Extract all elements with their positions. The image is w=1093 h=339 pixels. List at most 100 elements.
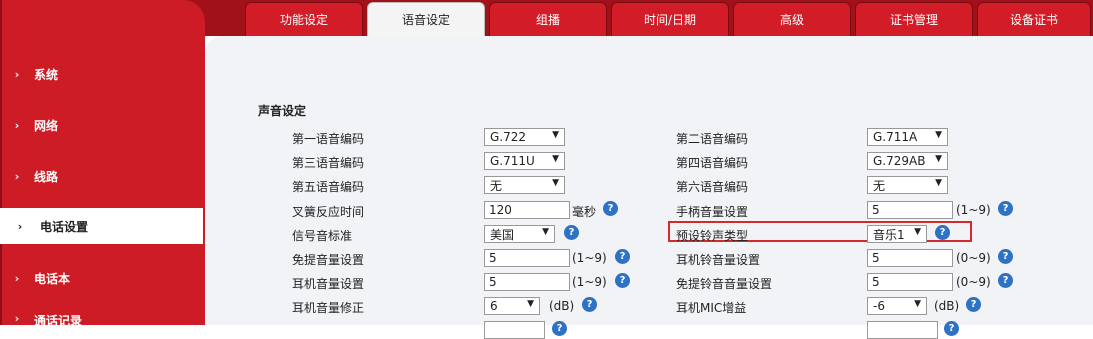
tab-voice-settings[interactable]: 语音设定	[367, 2, 485, 36]
codec6-select[interactable]: 无 ▼	[867, 176, 948, 194]
dropdown-arrow-icon: ▼	[914, 227, 921, 237]
dropdown-arrow-icon: ▼	[935, 130, 942, 140]
unit-label: (dB)	[934, 299, 960, 313]
select-value: 无	[490, 178, 503, 193]
unit-label: (0~9)	[956, 275, 991, 289]
field-label: 手柄音量设置	[676, 205, 749, 219]
partial-select[interactable]	[867, 321, 938, 339]
sidebar-item-label: 电话设置	[40, 219, 89, 234]
unit-label: 毫秒	[572, 205, 597, 219]
select-value: -6	[873, 299, 885, 313]
codec3-select[interactable]: G.711U ▼	[484, 152, 565, 170]
field-label: 耳机音量设置	[292, 277, 365, 291]
select-value: 无	[873, 178, 886, 193]
headset-ring-volume-input[interactable]: 5	[867, 249, 953, 267]
select-value: G.729AB	[873, 154, 926, 168]
sidebar-item-system[interactable]: › 系统	[0, 56, 205, 92]
headset-mic-gain-select[interactable]: -6 ▼	[867, 297, 927, 315]
sidebar-item-label: 系统	[34, 67, 59, 82]
chevron-right-icon: ›	[14, 118, 20, 132]
select-value: G.722	[490, 130, 527, 144]
dropdown-arrow-icon: ▼	[552, 178, 559, 188]
chevron-right-icon: ›	[14, 312, 20, 325]
field-label: 预设铃声类型	[676, 229, 749, 243]
codec2-select[interactable]: G.711A ▼	[867, 128, 948, 146]
unit-label: (0~9)	[956, 251, 991, 265]
sidebar-item-phonebook[interactable]: › 电话本	[0, 260, 205, 296]
select-value: 音乐1	[873, 227, 905, 242]
chevron-right-icon: ›	[14, 271, 20, 285]
tab-time-date[interactable]: 时间/日期	[611, 2, 729, 36]
help-icon[interactable]: ?	[998, 201, 1013, 216]
sidebar-item-label: 电话本	[34, 271, 71, 286]
sidebar-item-call-log[interactable]: › 通话记录	[0, 312, 205, 325]
unit-label: (1~9)	[572, 251, 607, 265]
sidebar-item-label: 通话记录	[34, 314, 83, 325]
tone-standard-select[interactable]: 美国 ▼	[484, 225, 555, 243]
dropdown-arrow-icon: ▼	[552, 154, 559, 164]
tab-device-certificate[interactable]: 设备证书	[977, 2, 1091, 36]
field-label: 第五语音编码	[292, 180, 365, 194]
help-icon[interactable]: ?	[603, 201, 618, 216]
headset-volume-input[interactable]: 5	[484, 273, 570, 291]
tab-multicast[interactable]: 组播	[489, 2, 607, 36]
field-label: 第二语音编码	[676, 132, 749, 146]
dropdown-arrow-icon: ▼	[914, 299, 921, 309]
section-title: 声音设定	[258, 104, 307, 118]
codec4-select[interactable]: G.729AB ▼	[867, 152, 948, 170]
handsfree-volume-input[interactable]: 5	[484, 249, 570, 267]
sidebar-item-label: 线路	[34, 169, 59, 184]
field-label: 免提铃音音量设置	[676, 277, 773, 291]
chevron-right-icon: ›	[14, 67, 20, 81]
help-icon[interactable]: ?	[564, 225, 579, 240]
handset-volume-input[interactable]: 5	[867, 201, 953, 219]
field-label: 第三语音编码	[292, 156, 365, 170]
field-label: 耳机铃音量设置	[676, 253, 761, 267]
codec5-select[interactable]: 无 ▼	[484, 176, 565, 194]
hook-response-time-input[interactable]: 120	[484, 201, 570, 219]
sidebar-item-network[interactable]: › 网络	[0, 107, 205, 143]
help-icon[interactable]: ?	[615, 273, 630, 288]
unit-label: (1~9)	[956, 203, 991, 217]
select-value: G.711U	[490, 154, 535, 168]
help-icon[interactable]: ?	[998, 273, 1013, 288]
partial-select[interactable]	[484, 321, 545, 339]
select-value: 美国	[490, 227, 515, 242]
help-icon[interactable]: ?	[998, 249, 1013, 264]
chevron-right-icon: ›	[17, 219, 23, 233]
dropdown-arrow-icon: ▼	[527, 299, 534, 309]
help-icon[interactable]: ?	[935, 225, 950, 240]
sidebar-item-phone-settings[interactable]: › 电话设置	[0, 208, 203, 244]
help-icon[interactable]: ?	[552, 321, 567, 336]
select-value: 6	[490, 299, 498, 313]
unit-label: (dB)	[549, 299, 575, 313]
handsfree-ring-volume-input[interactable]: 5	[867, 273, 953, 291]
dropdown-arrow-icon: ▼	[552, 130, 559, 140]
chevron-right-icon: ›	[14, 169, 20, 183]
tab-certificate-management[interactable]: 证书管理	[855, 2, 973, 36]
unit-label: (1~9)	[572, 275, 607, 289]
tab-advanced[interactable]: 高级	[733, 2, 851, 36]
field-label: 第四语音编码	[676, 156, 749, 170]
help-icon[interactable]: ?	[582, 297, 597, 312]
field-label: 免提音量设置	[292, 253, 365, 267]
headset-volume-correction-select[interactable]: 6 ▼	[484, 297, 540, 315]
field-label: 第六语音编码	[676, 180, 749, 194]
dropdown-arrow-icon: ▼	[935, 154, 942, 164]
field-label: 耳机音量修正	[292, 301, 365, 315]
help-icon[interactable]: ?	[615, 249, 630, 264]
field-label: 信号音标准	[292, 229, 353, 243]
help-icon[interactable]: ?	[944, 321, 959, 336]
field-label: 叉簧反应时间	[292, 205, 365, 219]
sidebar-item-label: 网络	[34, 118, 59, 133]
field-label: 第一语音编码	[292, 132, 365, 146]
ringtone-type-select[interactable]: 音乐1 ▼	[867, 225, 927, 243]
tab-function-settings[interactable]: 功能设定	[245, 2, 363, 36]
codec1-select[interactable]: G.722 ▼	[484, 128, 565, 146]
help-icon[interactable]: ?	[966, 297, 981, 312]
dropdown-arrow-icon: ▼	[542, 227, 549, 237]
field-label: 耳机MIC增益	[676, 301, 747, 315]
sidebar-item-line[interactable]: › 线路	[0, 158, 205, 194]
dropdown-arrow-icon: ▼	[935, 178, 942, 188]
select-value: G.711A	[873, 130, 918, 144]
